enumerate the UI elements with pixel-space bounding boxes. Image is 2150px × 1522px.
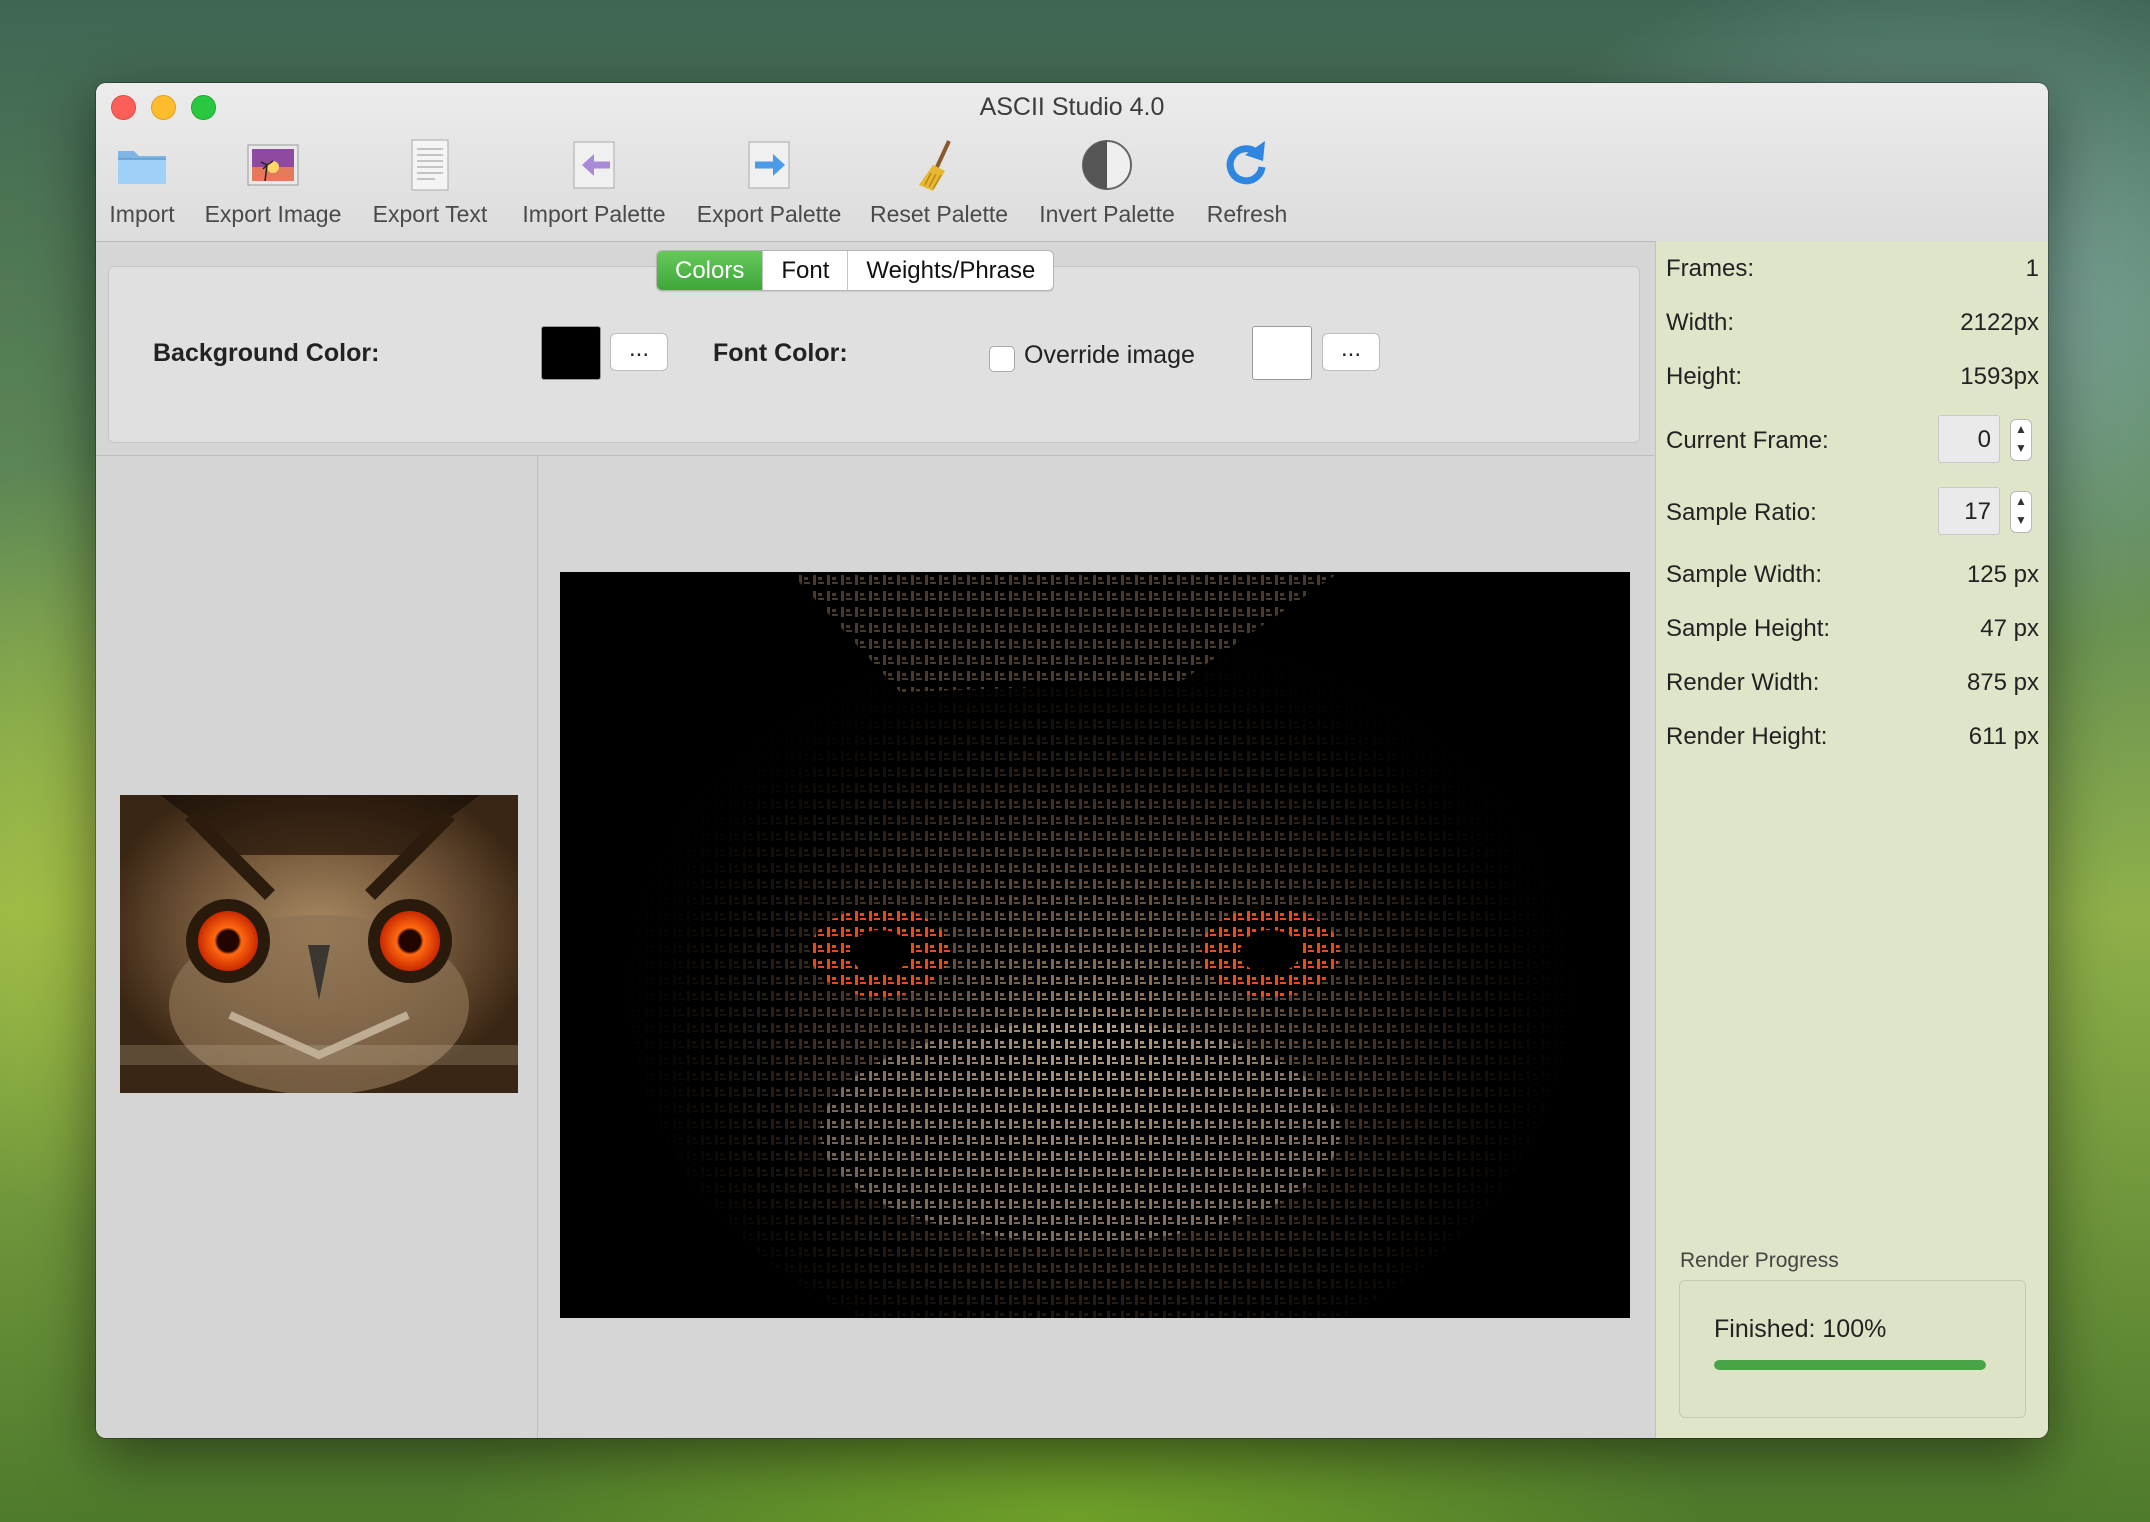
invert-palette-button[interactable]: Invert Palette (1034, 133, 1180, 233)
background-color-browse-button[interactable]: ... (610, 333, 668, 371)
override-image-checkbox[interactable] (989, 346, 1015, 372)
export-image-button[interactable]: Export Image (204, 133, 342, 233)
import-arrow-icon (573, 141, 615, 189)
sample-ratio-field[interactable]: 17 (1938, 487, 2000, 535)
refresh-button[interactable]: Refresh (1200, 133, 1294, 233)
font-color-swatch[interactable] (1252, 326, 1312, 380)
render-progress-box: Finished: 100% (1679, 1280, 2026, 1418)
import-palette-button[interactable]: Import Palette (518, 133, 670, 233)
background-color-swatch[interactable] (541, 326, 601, 380)
export-arrow-icon (748, 141, 790, 189)
text-document-icon (411, 139, 449, 191)
export-palette-button[interactable]: Export Palette (692, 133, 846, 233)
folder-icon (118, 151, 166, 184)
ascii-render-preview (560, 572, 1630, 1318)
titlebar: ASCII Studio 4.0 Import Export Image Exp… (96, 83, 2048, 242)
font-color-label: Font Color: (713, 339, 848, 367)
progress-bar-fill (1714, 1360, 1986, 1370)
render-progress-title: Render Progress (1680, 1249, 1839, 1272)
image-icon (247, 144, 299, 186)
override-image-label: Override image (1024, 341, 1195, 369)
app-window: ASCII Studio 4.0 Import Export Image Exp… (96, 83, 2048, 1438)
current-frame-field[interactable]: 0 (1938, 415, 2000, 463)
current-frame-stepper[interactable]: ▲ ▼ (2010, 419, 2032, 461)
font-color-browse-button[interactable]: ... (1322, 333, 1380, 371)
tab-weights-phrase[interactable]: Weights/Phrase (848, 251, 1053, 290)
half-circle-icon (1082, 140, 1132, 190)
render-height-value: 611 px (1968, 723, 2039, 750)
background-color-label: Background Color: (153, 339, 380, 367)
export-text-button[interactable]: Export Text (368, 133, 492, 233)
progress-bar (1714, 1360, 1986, 1370)
sample-height-value: 47 px (1980, 615, 2039, 642)
tab-colors[interactable]: Colors (657, 251, 764, 290)
sample-ratio-stepper[interactable]: ▲ ▼ (2010, 491, 2032, 533)
reset-palette-button[interactable]: Reset Palette (866, 133, 1012, 233)
frames-value: 1 (2025, 255, 2039, 282)
progress-status: Finished: 100% (1714, 1315, 1887, 1343)
import-button[interactable]: Import (102, 133, 182, 233)
tab-font[interactable]: Font (763, 251, 849, 290)
height-value: 1593px (1960, 363, 2039, 390)
colors-settings-panel: Background Color: ... Font Color: Overri… (108, 266, 1640, 443)
width-value: 2122px (1960, 309, 2039, 336)
settings-tabs: Colors Font Weights/Phrase (656, 250, 1055, 291)
source-image-thumbnail[interactable] (120, 795, 518, 1093)
refresh-icon (1226, 141, 1266, 185)
window-title: ASCII Studio 4.0 (979, 93, 1165, 121)
owl-image (120, 795, 518, 1093)
ascii-owl-render (560, 572, 1630, 1318)
sample-width-value: 125 px (1966, 561, 2039, 588)
toolbar: Import Export Image Export Text Import P… (96, 133, 1396, 233)
broom-icon (919, 140, 951, 191)
render-width-value: 875 px (1966, 669, 2039, 696)
